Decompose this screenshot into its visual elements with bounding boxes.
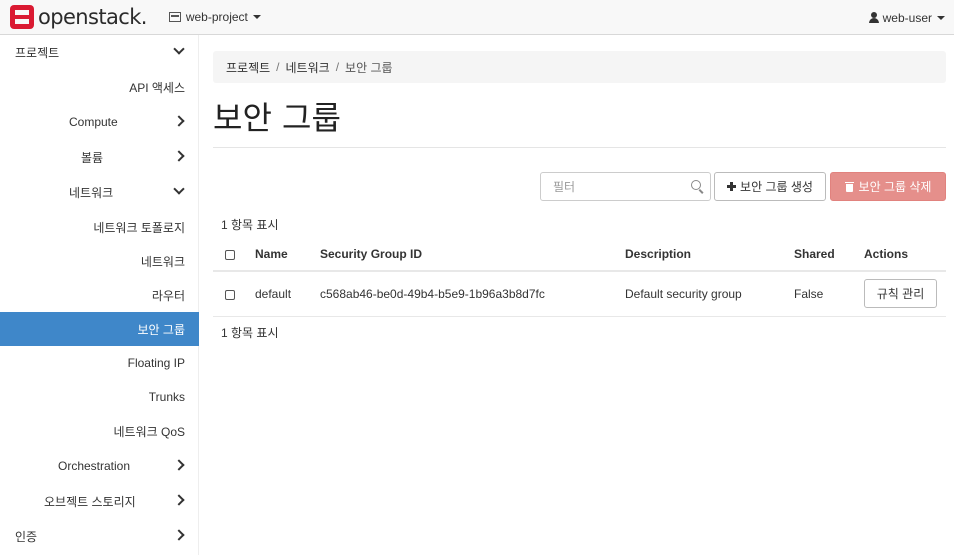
cell-actions: 규칙 관리 — [864, 271, 946, 317]
main-content: 프로젝트 / 네트워크 / 보안 그룹 보안 그룹 보안 그룹 생성 보안 그룹… — [213, 35, 946, 555]
row-checkbox[interactable] — [225, 289, 235, 300]
title-divider — [213, 147, 946, 148]
cell-description: Default security group — [625, 271, 794, 317]
chevron-right-icon — [173, 529, 185, 541]
chevron-down-icon — [173, 183, 185, 195]
user-menu[interactable]: web-user — [868, 0, 945, 35]
column-header-name[interactable]: Name — [248, 238, 320, 272]
sidebar-item-orchestration[interactable]: Orchestration — [0, 449, 199, 483]
table-header-row: Name Security Group ID Description Share… — [213, 238, 946, 272]
sidebar-item-label: Compute — [69, 115, 118, 129]
cell-shared: False — [794, 271, 864, 317]
sidebar-item-identity[interactable]: 인증 — [0, 519, 199, 553]
breadcrumb-project[interactable]: 프로젝트 — [226, 59, 270, 76]
user-name: web-user — [882, 10, 932, 25]
caret-down-icon — [252, 15, 261, 19]
sidebar-item-label: 오브젝트 스토리지 — [44, 494, 136, 509]
sidebar-item-label: 네트워크 — [140, 254, 185, 269]
select-all-cell — [213, 238, 248, 272]
page-title: 보안 그룹 — [213, 99, 341, 137]
create-button-label: 보안 그룹 생성 — [740, 180, 813, 194]
breadcrumb-separator: / — [276, 60, 280, 74]
caret-down-icon — [937, 15, 945, 20]
sidebar-item-label: 라우터 — [151, 288, 185, 303]
sidebar-item-security-groups[interactable]: 보안 그룹 — [0, 312, 199, 346]
sidebar-item-label: 네트워크 — [69, 185, 114, 200]
project-picker[interactable]: web-project — [168, 10, 261, 24]
chevron-right-icon — [173, 494, 185, 506]
sidebar-item-label: 보안 그룹 — [137, 322, 186, 337]
chevron-right-icon — [173, 115, 185, 127]
column-header-actions: Actions — [864, 238, 946, 272]
sidebar-item-network-group[interactable]: 네트워크 — [0, 175, 199, 209]
project-icon — [168, 12, 181, 22]
sidebar: 프로젝트 API 액세스 Compute 볼륨 네트워크 네트워크 토폴로지 네… — [0, 35, 199, 555]
sidebar-item-compute[interactable]: Compute — [0, 105, 199, 139]
brand-logo-link[interactable]: openstack. — [10, 0, 147, 35]
column-header-shared[interactable]: Shared — [794, 238, 864, 272]
sidebar-item-routers[interactable]: 라우터 — [0, 278, 199, 312]
column-header-description[interactable]: Description — [625, 238, 794, 272]
item-count-top: 1 항목 표시 — [221, 218, 279, 232]
chevron-down-icon — [173, 43, 185, 55]
sidebar-item-label: 인증 — [15, 529, 38, 544]
cell-name[interactable]: default — [248, 271, 320, 317]
breadcrumb: 프로젝트 / 네트워크 / 보안 그룹 — [213, 51, 946, 83]
security-groups-table: Name Security Group ID Description Share… — [213, 238, 946, 317]
top-navbar: openstack. web-project web-user — [0, 0, 954, 35]
breadcrumb-network[interactable]: 네트워크 — [286, 59, 330, 76]
sidebar-item-label: Trunks — [148, 390, 185, 404]
sidebar-item-label: 네트워크 QoS — [113, 424, 185, 439]
chevron-right-icon — [173, 459, 185, 471]
chevron-right-icon — [173, 150, 185, 162]
create-security-group-button[interactable]: 보안 그룹 생성 — [714, 172, 826, 201]
select-all-checkbox[interactable] — [225, 249, 235, 260]
user-icon — [868, 12, 879, 23]
project-name: web-project — [185, 10, 248, 24]
plus-icon — [727, 182, 737, 191]
sidebar-item-floating-ip[interactable]: Floating IP — [0, 346, 199, 380]
trash-icon — [844, 181, 854, 192]
breadcrumb-separator: / — [335, 60, 340, 74]
openstack-logo-icon — [10, 5, 34, 29]
sidebar-item-label: API 액세스 — [129, 80, 185, 95]
sidebar-item-label: 네트워크 토폴로지 — [93, 220, 185, 235]
sidebar-item-object-storage[interactable]: 오브젝트 스토리지 — [0, 484, 199, 518]
sidebar-item-label: 볼륨 — [81, 150, 104, 165]
row-select-cell — [213, 271, 248, 317]
sidebar-item-volumes[interactable]: 볼륨 — [0, 140, 199, 174]
sidebar-item-label: Floating IP — [127, 356, 185, 370]
breadcrumb-current: 보안 그룹 — [345, 60, 393, 75]
sidebar-item-label: Orchestration — [58, 459, 131, 473]
sidebar-item-network-topology[interactable]: 네트워크 토폴로지 — [0, 210, 199, 244]
sidebar-item-networks[interactable]: 네트워크 — [0, 244, 199, 278]
manage-rules-button[interactable]: 규칙 관리 — [864, 279, 937, 309]
delete-button-label: 보안 그룹 삭제 — [858, 180, 932, 194]
table-row: default c568ab46-be0d-49b4-b5e9-1b96a3b8… — [213, 271, 946, 317]
item-count-bottom: 1 항목 표시 — [221, 326, 279, 340]
brand-name: openstack. — [38, 5, 147, 29]
search-icon[interactable] — [691, 180, 701, 190]
sidebar-item-trunks[interactable]: Trunks — [0, 380, 199, 414]
delete-security-groups-button[interactable]: 보안 그룹 삭제 — [830, 172, 946, 201]
sidebar-item-network-qos[interactable]: 네트워크 QoS — [0, 414, 199, 448]
column-header-security-group-id[interactable]: Security Group ID — [320, 238, 625, 272]
sidebar-item-api-access[interactable]: API 액세스 — [0, 70, 199, 104]
cell-security-group-id: c568ab46-be0d-49b4-b5e9-1b96a3b8d7fc — [320, 271, 625, 317]
filter-input[interactable] — [540, 172, 711, 201]
sidebar-item-project[interactable]: 프로젝트 — [0, 35, 199, 69]
sidebar-item-label: 프로젝트 — [15, 45, 60, 60]
